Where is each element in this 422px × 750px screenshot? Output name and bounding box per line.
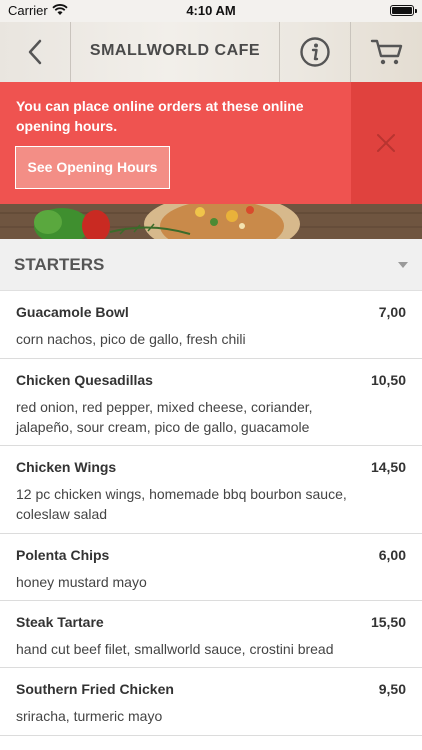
- hero-food-image: [0, 204, 422, 239]
- item-name: Guacamole Bowl: [16, 304, 129, 320]
- item-description: sriracha, turmeric mayo: [16, 708, 163, 724]
- item-price: 7,00: [378, 304, 406, 320]
- menu-item[interactable]: Polenta Chips 6,00 honey mustard mayo: [0, 534, 422, 601]
- item-name: Chicken Quesadillas: [16, 372, 153, 388]
- back-chevron-icon: [28, 39, 42, 65]
- menu-item[interactable]: Chicken Wings 14,50 12 pc chicken wings,…: [0, 446, 422, 534]
- category-title: STARTERS: [14, 255, 105, 274]
- menu-item[interactable]: Guacamole Bowl 7,00 corn nachos, pico de…: [0, 291, 422, 359]
- info-button[interactable]: [280, 22, 350, 82]
- info-icon: [300, 37, 330, 67]
- status-bar: Carrier 4:10 AM: [0, 0, 422, 22]
- menu-list: Guacamole Bowl 7,00 corn nachos, pico de…: [0, 291, 422, 736]
- item-name: Polenta Chips: [16, 547, 110, 563]
- hero-food-illustration: [0, 204, 422, 239]
- item-name: Southern Fried Chicken: [16, 681, 174, 697]
- item-price: 6,00: [378, 547, 406, 563]
- close-icon: [377, 134, 395, 152]
- status-time: 4:10 AM: [186, 3, 236, 18]
- dropdown-chevron-icon: [398, 262, 408, 268]
- item-price: 10,50: [370, 372, 406, 388]
- cart-icon: [370, 39, 403, 65]
- back-button[interactable]: [0, 22, 70, 82]
- menu-item[interactable]: Chicken Quesadillas 10,50 red onion, red…: [0, 359, 422, 446]
- opening-hours-banner: You can place online orders at these onl…: [0, 82, 422, 204]
- item-name: Steak Tartare: [16, 614, 104, 630]
- item-description: hand cut beef filet, smallworld sauce, c…: [16, 641, 334, 657]
- see-opening-hours-button[interactable]: See Opening Hours: [15, 146, 170, 189]
- app-header: SMALLWORLD CAFE: [0, 22, 422, 82]
- category-header-starters[interactable]: STARTERS: [0, 239, 422, 291]
- item-price: 9,50: [378, 681, 406, 697]
- item-description: corn nachos, pico de gallo, fresh chili: [16, 331, 246, 347]
- item-name: Chicken Wings: [16, 459, 117, 475]
- cart-button[interactable]: [351, 22, 422, 82]
- banner-message: You can place online orders at these onl…: [16, 98, 304, 134]
- battery-icon: [390, 5, 417, 16]
- banner-close-button[interactable]: [351, 82, 422, 204]
- item-description: honey mustard mayo: [16, 574, 147, 590]
- menu-item[interactable]: Southern Fried Chicken 9,50 sriracha, tu…: [0, 668, 422, 736]
- item-description: red onion, red pepper, mixed cheese, cor…: [16, 399, 313, 435]
- item-price: 14,50: [370, 459, 406, 475]
- item-description: 12 pc chicken wings, homemade bbq bourbo…: [16, 486, 347, 522]
- menu-item[interactable]: Steak Tartare 15,50 hand cut beef filet,…: [0, 601, 422, 668]
- item-price: 15,50: [370, 614, 406, 630]
- page-title: SMALLWORLD CAFE: [89, 42, 261, 59]
